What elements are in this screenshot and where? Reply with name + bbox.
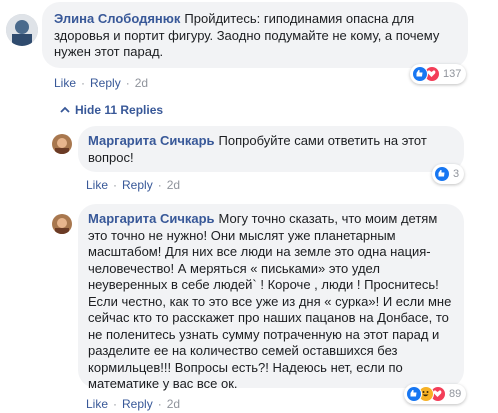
comment-bubble: Элина Слободянюк Пройдитесь: гиподинамия … — [42, 2, 468, 68]
timestamp[interactable]: 2d — [167, 178, 180, 192]
reply-bubble: Маргарита Сичкарь Попробуйте сами ответит… — [78, 126, 464, 172]
reaction-count: 89 — [449, 387, 462, 400]
avatar[interactable] — [52, 134, 72, 154]
reply-author[interactable]: Маргарита Сичкарь — [88, 211, 215, 226]
reaction-summary[interactable]: 137 — [410, 64, 467, 84]
like-link[interactable]: Like — [86, 178, 108, 192]
comment-actions: Like · Reply · 2d — [54, 76, 149, 90]
like-reaction-icon — [406, 386, 422, 402]
like-reaction-icon — [412, 66, 428, 82]
hide-replies-toggle[interactable]: Hide 11 Replies — [60, 102, 163, 119]
like-link[interactable]: Like — [54, 76, 76, 90]
reply-bubble: Маргарита Сичкарь Могу точно сказать, что… — [78, 204, 464, 391]
reply-author[interactable]: Маргарита Сичкарь — [88, 133, 215, 148]
reply-link[interactable]: Reply — [90, 76, 121, 90]
reaction-count: 137 — [443, 67, 462, 80]
avatar[interactable] — [6, 14, 38, 46]
reaction-summary[interactable]: 89 — [404, 384, 467, 404]
hide-replies-label: Hide 11 Replies — [75, 103, 164, 117]
reaction-summary[interactable]: 3 — [432, 164, 465, 184]
comment-author[interactable]: Элина Слободянюк — [54, 11, 180, 26]
reply-actions: Like · Reply · 2d — [86, 397, 181, 411]
reaction-count: 3 — [453, 167, 460, 180]
avatar[interactable] — [52, 214, 72, 234]
chevron-up-icon — [60, 102, 70, 119]
like-reaction-icon — [434, 166, 450, 182]
reply-link[interactable]: Reply — [122, 178, 153, 192]
reply-text: Могу точно сказать, что моим детям это т… — [88, 211, 452, 391]
timestamp[interactable]: 2d — [135, 76, 148, 90]
reply-actions: Like · Reply · 2d — [86, 178, 181, 192]
